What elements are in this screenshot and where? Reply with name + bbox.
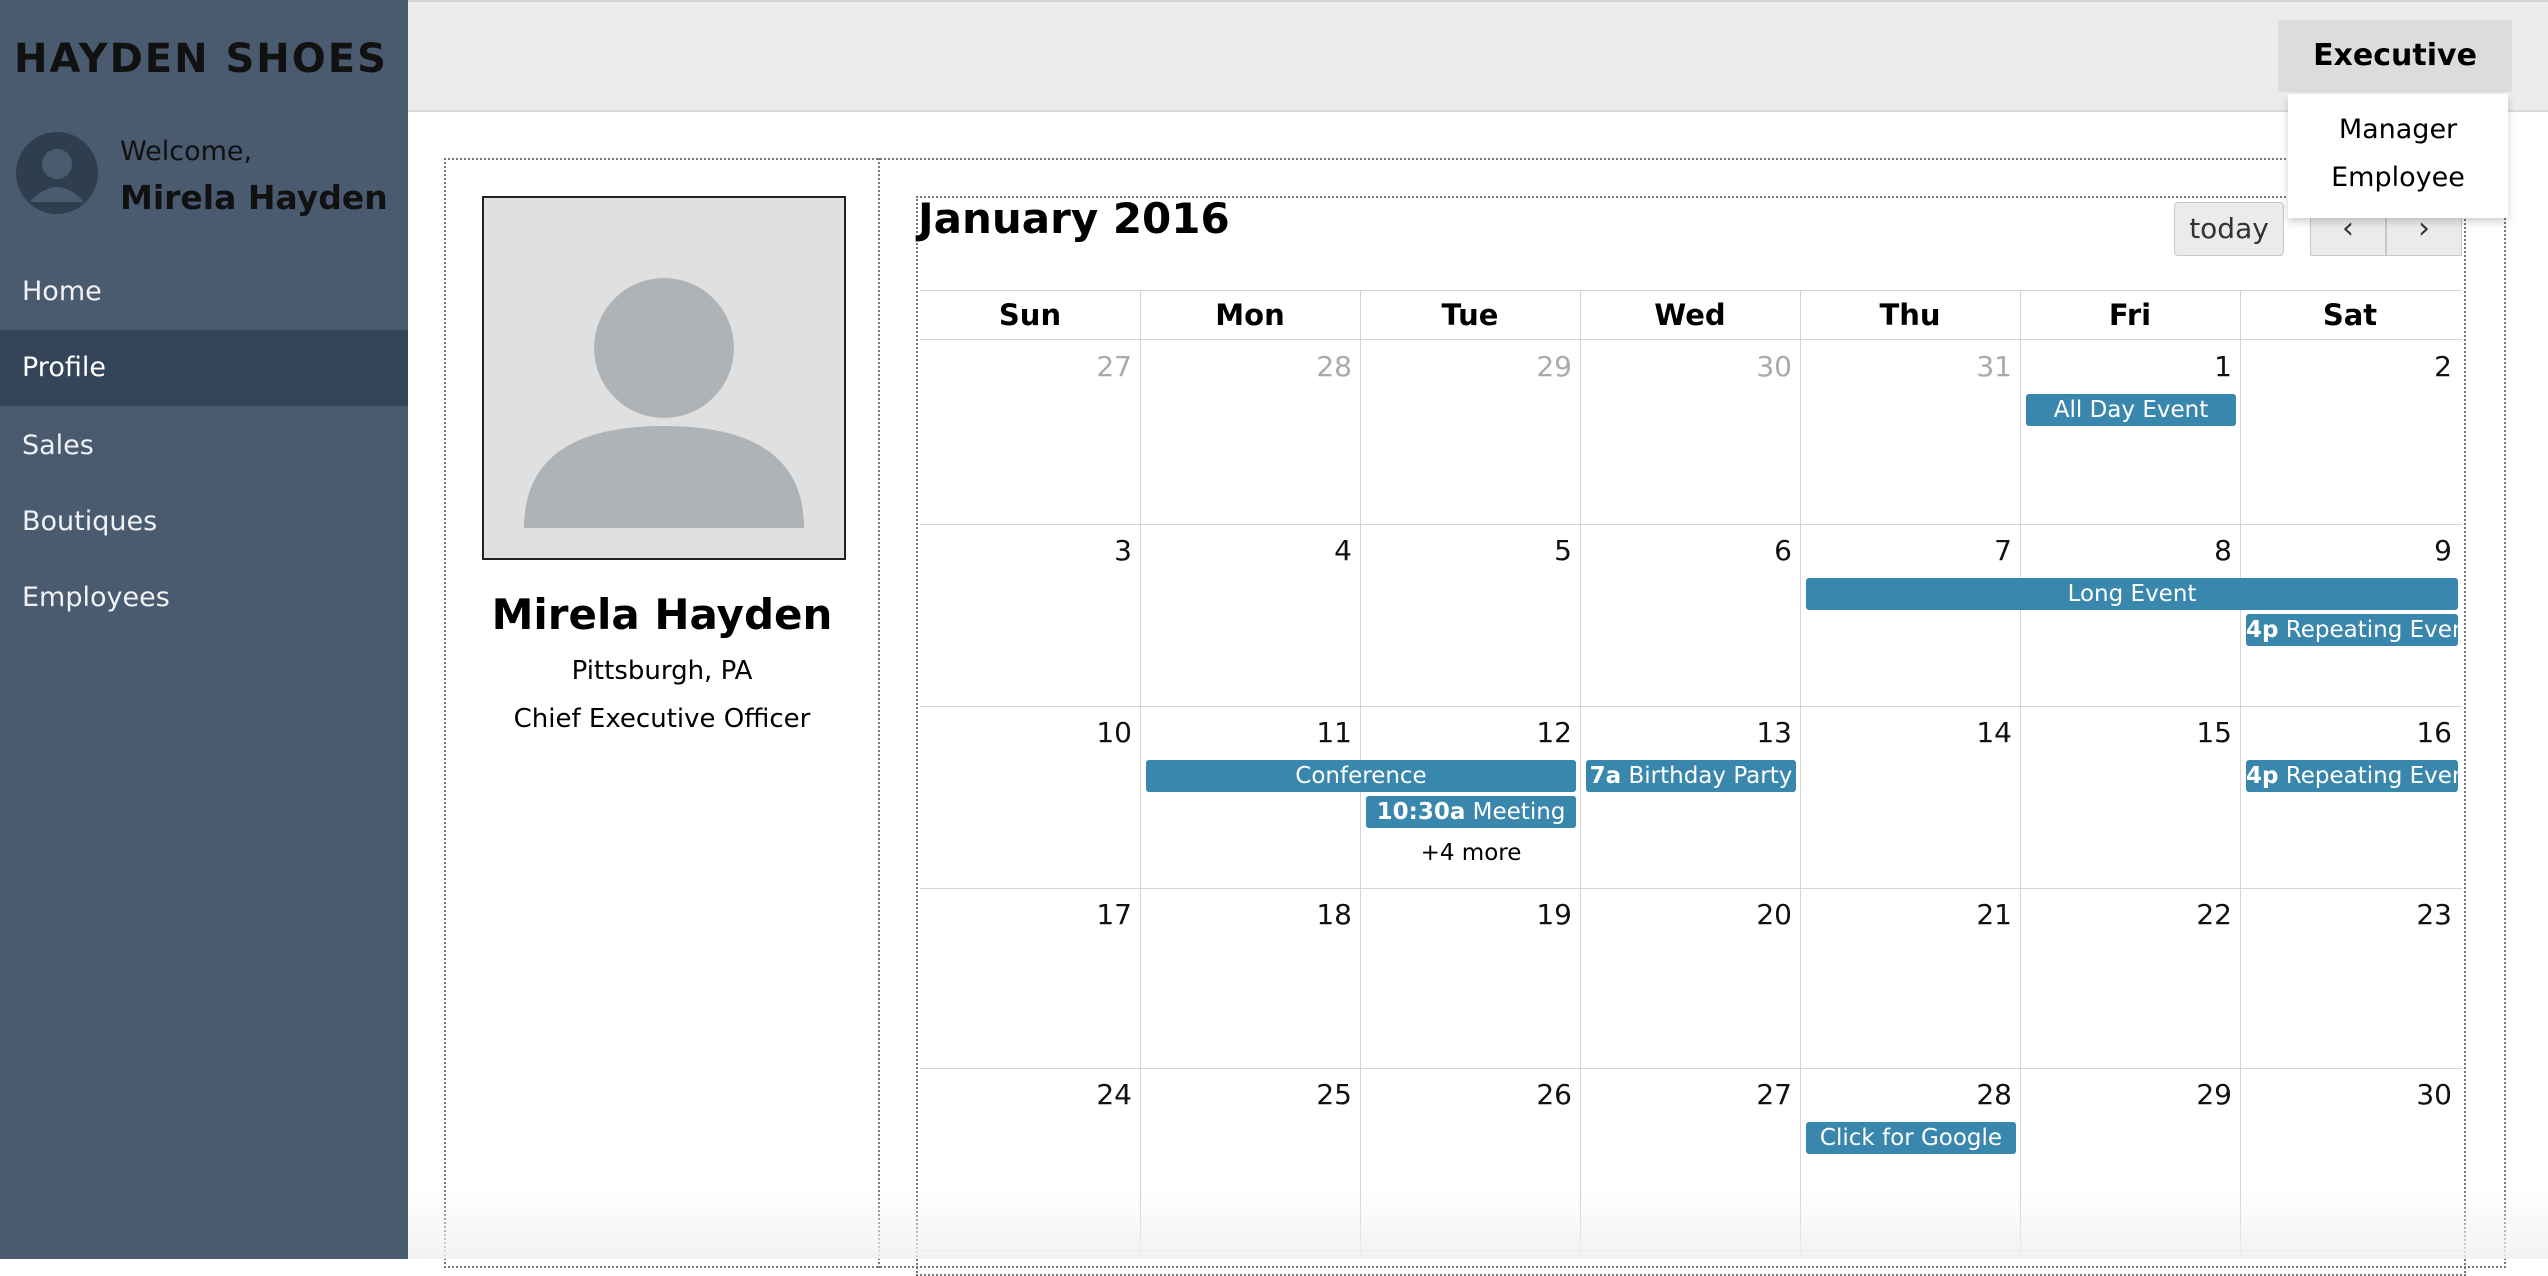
calendar-weekday-header: Sun Mon Tue Wed Thu Fri Sat	[920, 290, 2462, 340]
calendar-day-number[interactable]: 29	[1362, 350, 1572, 383]
user-avatar-icon	[16, 132, 98, 214]
calendar-row-line	[920, 524, 2462, 525]
calendar-event[interactable]: 7a Birthday Party	[1586, 760, 1796, 792]
calendar-day-number[interactable]: 4	[1142, 534, 1352, 567]
weekday-wed: Wed	[1654, 298, 1726, 332]
calendar-column-line	[2020, 290, 2021, 1259]
event-time: 10:30a	[1376, 799, 1466, 825]
calendar-day-number[interactable]: 31	[1802, 350, 2012, 383]
sidebar-item-profile[interactable]: Profile	[0, 330, 408, 406]
calendar-title: January 2016	[918, 194, 1230, 243]
sidebar-item-employees[interactable]: Employees	[0, 560, 408, 636]
calendar-day-number[interactable]: 7	[1802, 534, 2012, 567]
top-bar	[408, 0, 2548, 112]
calendar-day-number[interactable]: 13	[1582, 716, 1792, 749]
weekday-sat: Sat	[2322, 298, 2378, 332]
calendar-day-number[interactable]: 9	[2242, 534, 2452, 567]
calendar-day-number[interactable]: 27	[1582, 1078, 1792, 1111]
calendar-day-number[interactable]: 29	[2022, 1078, 2232, 1111]
calendar-day-number[interactable]: 17	[922, 898, 1132, 931]
weekday-fri: Fri	[2108, 298, 2152, 332]
event-title: Long Event	[2067, 581, 2197, 607]
calendar-column-line	[1140, 290, 1141, 1259]
brand-logo-text: HAYDEN SHOES	[14, 36, 388, 82]
profile-location: Pittsburgh, PA	[571, 656, 753, 686]
calendar-day-number[interactable]: 1	[2022, 350, 2232, 383]
role-option-manager[interactable]: Manager	[2288, 114, 2508, 145]
calendar-day-number[interactable]: 8	[2022, 534, 2232, 567]
calendar-day-number[interactable]: 11	[1142, 716, 1352, 749]
bottom-fade	[408, 1190, 2548, 1259]
calendar-day-number[interactable]: 30	[2242, 1078, 2452, 1111]
calendar-day-number[interactable]: 2	[2242, 350, 2452, 383]
calendar-day-number[interactable]: 3	[922, 534, 1132, 567]
sidebar-item-sales[interactable]: Sales	[0, 408, 408, 484]
event-time: 7a	[1589, 763, 1622, 789]
weekday-thu: Thu	[1879, 298, 1941, 332]
calendar-day-number[interactable]: 18	[1142, 898, 1352, 931]
calendar-day-number[interactable]: 25	[1142, 1078, 1352, 1111]
user-name: Mirela Hayden	[120, 178, 388, 217]
weekday-sun: Sun	[998, 298, 1062, 332]
calendar-event[interactable]: 4p Repeating Event	[2246, 760, 2458, 792]
calendar-row-line	[920, 888, 2462, 889]
profile-photo-placeholder-icon	[482, 196, 846, 560]
calendar-day-number[interactable]: 6	[1582, 534, 1792, 567]
calendar-event[interactable]: Long Event	[1806, 578, 2458, 610]
weekday-tue: Tue	[1441, 298, 1499, 332]
calendar-day-number[interactable]: 14	[1802, 716, 2012, 749]
calendar-day-number[interactable]: 10	[922, 716, 1132, 749]
more-events-link[interactable]: +4 more	[1366, 840, 1576, 866]
calendar-day-number[interactable]: 27	[922, 350, 1132, 383]
role-dropdown-menu: Manager Employee	[2288, 94, 2508, 218]
event-title: Birthday Party	[1621, 763, 1793, 789]
calendar-column-line	[1580, 290, 1581, 1259]
weekday-mon: Mon	[1215, 298, 1285, 332]
event-time: 4p	[2246, 617, 2279, 643]
calendar-day-number[interactable]: 30	[1582, 350, 1792, 383]
calendar-column-line	[2240, 290, 2241, 1259]
event-title: All Day Event	[2053, 397, 2209, 423]
calendar-day-number[interactable]: 28	[1802, 1078, 2012, 1111]
event-title: Meeting	[1465, 799, 1566, 825]
sidebar-item-boutiques[interactable]: Boutiques	[0, 484, 408, 560]
calendar-day-number[interactable]: 12	[1362, 716, 1572, 749]
calendar-day-number[interactable]: 24	[922, 1078, 1132, 1111]
event-title: Conference	[1295, 763, 1427, 789]
calendar-day-number[interactable]: 21	[1802, 898, 2012, 931]
calendar-day-number[interactable]: 22	[2022, 898, 2232, 931]
calendar-event[interactable]: Conference	[1146, 760, 1576, 792]
calendar-day-number[interactable]: 5	[1362, 534, 1572, 567]
event-title: Click for Google	[1819, 1125, 2003, 1151]
calendar-day-number[interactable]: 28	[1142, 350, 1352, 383]
event-title: Repeating Event	[2278, 763, 2458, 789]
calendar-day-number[interactable]: 15	[2022, 716, 2232, 749]
calendar-column-line	[1800, 290, 1801, 1259]
calendar-event[interactable]: All Day Event	[2026, 394, 2236, 426]
profile-name: Mirela Hayden	[491, 590, 833, 639]
calendar-row-line	[920, 1068, 2462, 1069]
calendar-day-number[interactable]: 23	[2242, 898, 2452, 931]
calendar-event[interactable]: Click for Google	[1806, 1122, 2016, 1154]
welcome-text: Welcome,	[120, 136, 253, 167]
role-dropdown-button[interactable]: Executive	[2278, 20, 2512, 92]
sidebar-item-home[interactable]: Home	[0, 254, 408, 330]
calendar-day-number[interactable]: 26	[1362, 1078, 1572, 1111]
calendar-day-number[interactable]: 20	[1582, 898, 1792, 931]
column-divider	[878, 158, 880, 1268]
today-button[interactable]: today	[2174, 202, 2284, 256]
event-title: Repeating Event	[2278, 617, 2458, 643]
calendar-day-number[interactable]: 16	[2242, 716, 2452, 749]
sidebar: HAYDEN SHOES Welcome, Mirela Hayden Home…	[0, 0, 408, 1259]
calendar-row-line	[920, 706, 2462, 707]
event-time: 4p	[2246, 763, 2279, 789]
role-option-employee[interactable]: Employee	[2288, 162, 2508, 193]
profile-job-title: Chief Executive Officer	[513, 704, 811, 734]
calendar-event[interactable]: 4p Repeating Event	[2246, 614, 2458, 646]
calendar-event[interactable]: 10:30a Meeting	[1366, 796, 1576, 828]
calendar-day-number[interactable]: 19	[1362, 898, 1572, 931]
